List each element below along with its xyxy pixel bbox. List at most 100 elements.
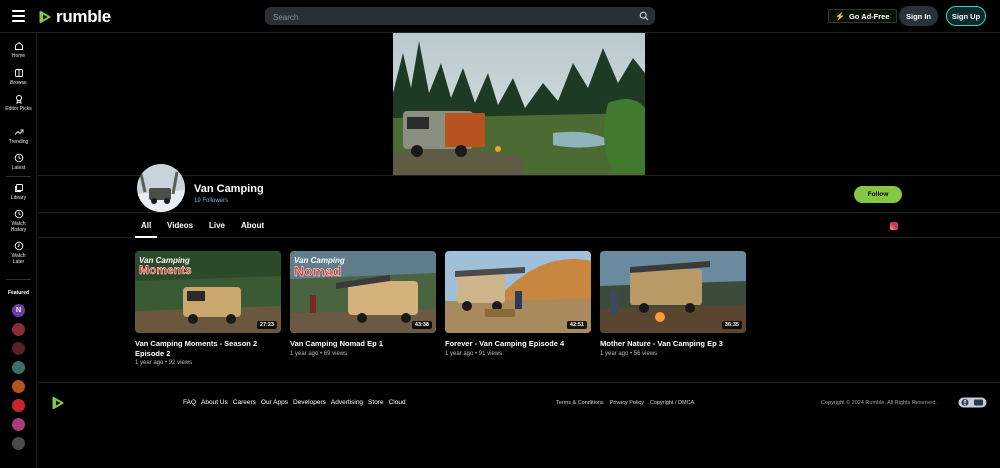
featured-heading: Featured (7, 290, 30, 296)
follow-button[interactable]: Follow (854, 186, 902, 203)
clock-icon (14, 153, 23, 163)
video-thumbnail[interactable]: 42:51 (445, 251, 591, 333)
footer-link-dmca[interactable]: Copyright / DMCA (650, 400, 694, 406)
tab-videos[interactable]: Videos (167, 221, 193, 230)
rumble-logo-icon (39, 10, 51, 24)
video-title[interactable]: Van Camping Nomad Ep 1 (290, 339, 436, 349)
trending-icon (14, 129, 23, 135)
logo-text: rumble (56, 7, 111, 26)
video-meta: 1 year ago • 56 views (600, 350, 658, 357)
video-thumbnail[interactable]: 36:35 (600, 251, 746, 333)
footer-link-developers[interactable]: Developers (293, 399, 326, 406)
video-thumbnail[interactable]: Van Camping Moments 27:23 (135, 251, 281, 333)
footer-link-privacy[interactable]: Privacy Policy (610, 400, 644, 406)
video-card[interactable]: Van Camping Moments 27:23 Van Camping Mo… (135, 251, 281, 366)
footer-divider (38, 382, 1000, 383)
video-duration: 27:23 (256, 321, 277, 329)
sidebar-item-label: Library (10, 195, 27, 201)
sidebar-item-label: Watch Later (11, 253, 26, 265)
sidebar-item-browse[interactable]: Browse (0, 68, 37, 86)
watch-later-icon (14, 241, 23, 251)
sidebar-item-trending[interactable]: Trending (0, 127, 37, 145)
sidebar-item-label: Home (11, 53, 26, 59)
tab-all[interactable]: All (141, 221, 151, 230)
video-title[interactable]: Van Camping Moments - Season 2 Episode 2 (135, 339, 281, 358)
featured-channel-avatar[interactable] (12, 418, 25, 431)
sidebar-item-label: Watch History (10, 221, 27, 233)
browse-icon (14, 69, 23, 77)
go-ad-free-button[interactable]: ⚡ Go Ad-Free (828, 9, 897, 23)
accessibility-icon[interactable] (958, 397, 987, 408)
footer-link-about-us[interactable]: About Us (201, 399, 228, 406)
sign-up-button[interactable]: Sign Up (946, 6, 986, 26)
channel-name: Van Camping (194, 183, 264, 195)
library-icon (14, 184, 23, 192)
footer-link-careers[interactable]: Careers (233, 399, 256, 406)
search-bar[interactable] (265, 7, 655, 27)
sidebar-item-editor-picks[interactable]: Editor Picks (0, 94, 37, 112)
video-card[interactable]: Van Camping Nomad 43:38 Van Camping Noma… (290, 251, 436, 357)
featured-channel-avatar[interactable] (12, 361, 25, 374)
footer-link-faq[interactable]: FAQ (183, 399, 196, 406)
sidebar-item-label: Editor Picks (5, 106, 32, 112)
sign-in-button[interactable]: Sign In (899, 6, 938, 26)
thumbnail-overlay-main: Moments (139, 263, 192, 277)
footer-link-advertising[interactable]: Advertising (331, 399, 363, 406)
sidebar-divider (6, 279, 31, 280)
video-duration: 42:51 (566, 321, 587, 329)
hamburger-menu-icon[interactable] (12, 10, 25, 22)
tab-about[interactable]: About (241, 221, 264, 230)
featured-channel-avatar[interactable] (12, 399, 25, 412)
sidebar-item-label: Latest (11, 165, 26, 171)
sidebar-item-library[interactable]: Library (0, 183, 37, 201)
video-card[interactable]: 36:35 Mother Nature - Van Camping Ep 3 1… (600, 251, 746, 357)
history-icon (14, 209, 23, 219)
sidebar-item-watch-history[interactable]: Watch History (0, 209, 37, 233)
featured-channel-avatar[interactable] (12, 323, 25, 336)
sidebar-divider (6, 176, 31, 177)
home-icon (14, 41, 23, 50)
go-ad-free-label: Go Ad-Free (848, 11, 890, 21)
channel-avatar[interactable] (137, 164, 185, 212)
video-card[interactable]: 42:51 Forever - Van Camping Episode 4 1 … (445, 251, 591, 357)
video-title[interactable]: Mother Nature - Van Camping Ep 3 (600, 339, 746, 349)
channel-banner (393, 33, 645, 175)
sidebar-item-label: Trending (8, 139, 29, 145)
featured-channel-avatar[interactable] (12, 342, 25, 355)
video-duration: 43:38 (411, 321, 432, 329)
footer-link-cloud[interactable]: Cloud (389, 399, 406, 406)
footer-link-store[interactable]: Store (368, 399, 384, 406)
footer-links: FAQ About Us Careers Our Apps Developers… (183, 399, 406, 406)
sidebar-item-label: Browse (10, 80, 27, 86)
medal-icon (15, 94, 22, 104)
video-thumbnail[interactable]: Van Camping Nomad 43:38 (290, 251, 436, 333)
video-duration: 36:35 (721, 321, 742, 329)
rumble-logo[interactable]: rumble (37, 7, 111, 27)
footer-legal-links: Terms & Conditions Privacy Policy Copyri… (556, 400, 694, 406)
video-meta: 1 year ago • 92 views (135, 360, 193, 366)
active-tab-indicator (135, 236, 157, 238)
video-meta: 1 year ago • 91 views (445, 350, 503, 357)
featured-channel-avatar[interactable]: N (12, 304, 25, 317)
featured-channel-avatar[interactable] (12, 437, 25, 450)
sidebar: Home Browse Editor Picks Trending Latest… (0, 33, 37, 468)
featured-channel-avatar[interactable] (12, 380, 25, 393)
footer-link-terms[interactable]: Terms & Conditions (556, 400, 604, 406)
search-icon[interactable] (639, 11, 649, 21)
sidebar-item-watch-later[interactable]: Watch Later (0, 241, 37, 265)
footer-rumble-logo-icon[interactable] (50, 395, 66, 411)
top-header: rumble ⚡ Go Ad-Free Sign In Sign Up (0, 0, 1000, 33)
video-meta: 1 year ago • 69 views (290, 350, 348, 357)
thumbnail-overlay-main: Nomad (294, 263, 341, 279)
sidebar-item-home[interactable]: Home (0, 41, 37, 59)
search-input[interactable] (265, 8, 655, 27)
lightning-icon: ⚡ (835, 11, 845, 21)
instagram-icon[interactable] (890, 222, 898, 230)
sidebar-item-latest[interactable]: Latest (0, 153, 37, 171)
footer-link-our-apps[interactable]: Our Apps (261, 399, 288, 406)
featured-channel-letter: N (15, 307, 22, 314)
tab-live[interactable]: Live (209, 221, 225, 230)
follower-count: 19 Followers (194, 198, 229, 204)
copyright-text: Copyright © 2024 Rumble. All Rights Rese… (821, 400, 937, 406)
video-title[interactable]: Forever - Van Camping Episode 4 (445, 339, 591, 349)
